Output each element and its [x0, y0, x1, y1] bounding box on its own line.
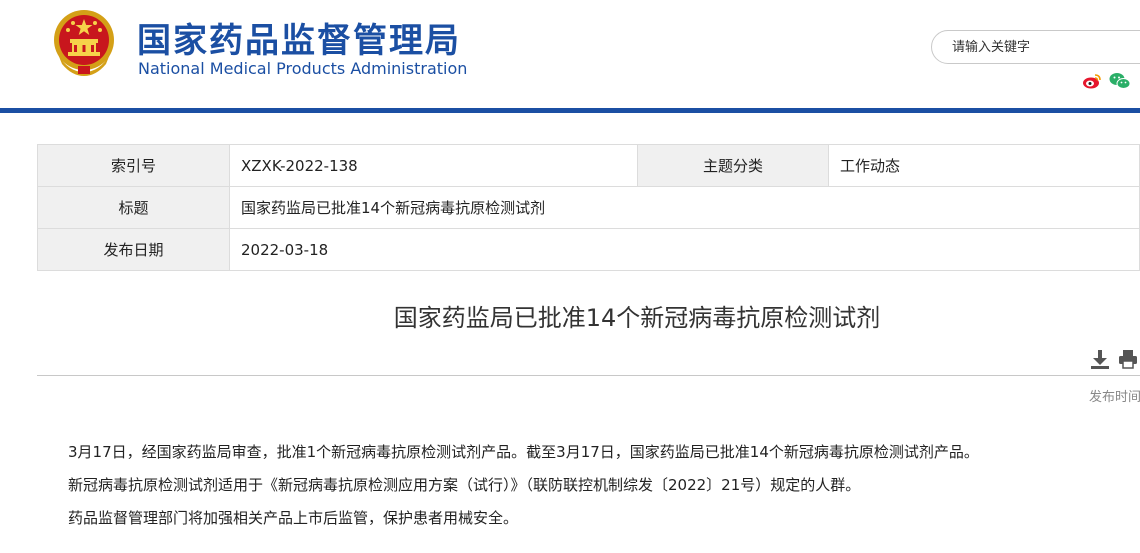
table-row: 标题 国家药监局已批准14个新冠病毒抗原检测试剂 — [37, 186, 1140, 229]
index-value: XZXK-2022-138 — [229, 144, 638, 187]
paragraph: 新冠病毒抗原检测试剂适用于《新冠病毒抗原检测应用方案（试行）》（联防联控机制综发… — [68, 476, 861, 494]
print-icon[interactable] — [1117, 348, 1139, 370]
wechat-icon[interactable] — [1109, 72, 1131, 90]
download-icon[interactable] — [1089, 348, 1111, 370]
title-value: 国家药监局已批准14个新冠病毒抗原检测试剂 — [229, 186, 1140, 229]
category-label: 主题分类 — [637, 144, 829, 187]
title-label: 标题 — [37, 186, 230, 229]
publish-time-label: 发布时间 — [1089, 390, 1140, 405]
weibo-icon[interactable] — [1082, 72, 1102, 90]
header-divider-bar — [0, 108, 1140, 113]
title-divider — [37, 375, 1140, 376]
search-input[interactable] — [931, 30, 1140, 64]
article-title: 国家药监局已批准14个新冠病毒抗原检测试剂 — [393, 304, 881, 332]
paragraph: 药品监督管理部门将加强相关产品上市后监管，保护患者用械安全。 — [68, 509, 519, 527]
index-label: 索引号 — [37, 144, 230, 187]
paragraph: 3月17日，经国家药监局审查，批准1个新冠病毒抗原检测试剂产品。截至3月17日，… — [68, 443, 979, 461]
category-value: 工作动态 — [828, 144, 1140, 187]
table-row: 发布日期 2022-03-18 — [37, 228, 1140, 271]
date-value: 2022-03-18 — [229, 228, 1140, 271]
table-row: 索引号 XZXK-2022-138 主题分类 工作动态 — [37, 144, 1140, 187]
site-title-cn[interactable]: 国家药品监督管理局 — [137, 13, 461, 62]
national-emblem-logo[interactable] — [48, 6, 120, 78]
site-header: 国家药品监督管理局 National Medical Products Admi… — [0, 0, 1140, 108]
article-body: 3月17日，经国家药监局审查，批准1个新冠病毒抗原检测试剂产品。截至3月17日，… — [68, 440, 1138, 539]
date-label: 发布日期 — [37, 228, 230, 271]
info-table: 索引号 XZXK-2022-138 主题分类 工作动态 标题 国家药监局已批准1… — [37, 144, 1140, 271]
site-title-en[interactable]: National Medical Products Administration — [138, 59, 467, 78]
